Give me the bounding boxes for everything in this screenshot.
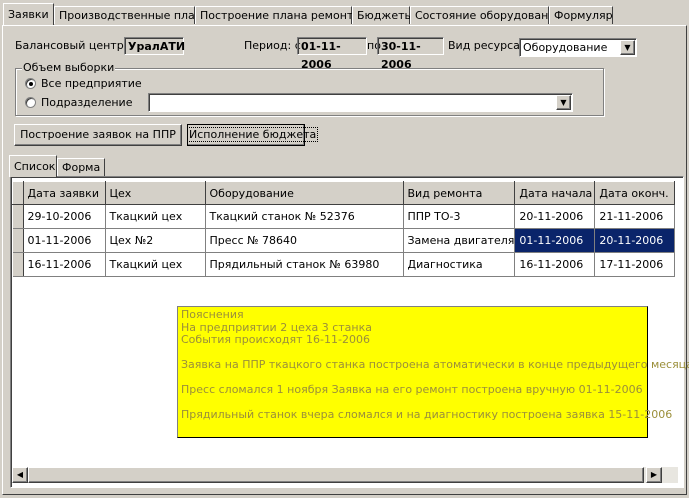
tab-budgets[interactable]: Бюджеты bbox=[352, 6, 414, 24]
table-cell-selected[interactable]: 20-11-2006 bbox=[594, 228, 676, 253]
chevron-down-icon[interactable]: ▼ bbox=[620, 40, 635, 55]
note-line: Пресс сломался 1 ноября Заявка на его ре… bbox=[181, 383, 643, 396]
table-cell[interactable]: 20-11-2006 bbox=[514, 204, 596, 229]
column-header[interactable]: Дата начала bbox=[514, 181, 596, 205]
table-cell[interactable]: 29-10-2006 bbox=[23, 204, 106, 229]
table-row[interactable]: 29-10-2006 Ткацкий цех Ткацкий станок № … bbox=[12, 204, 676, 229]
balance-center-label: Балансовый центр bbox=[15, 39, 124, 52]
tab-label: Производственные планы bbox=[59, 9, 211, 22]
table-cell[interactable]: 16-11-2006 bbox=[23, 252, 106, 277]
build-requests-button[interactable]: Построение заявок на ППР bbox=[14, 124, 182, 146]
radio-dot-icon bbox=[29, 82, 33, 86]
table-cell[interactable]: Пресс № 78640 bbox=[205, 228, 404, 253]
tab-form-view[interactable]: Форма bbox=[57, 158, 105, 176]
table-cell[interactable]: Ткацкий цех bbox=[105, 252, 206, 277]
tab-label: Формуляр bbox=[554, 9, 613, 22]
column-header[interactable]: Цех bbox=[104, 181, 206, 205]
table-header-row: Дата заявки Цех Оборудование Вид ремонта… bbox=[12, 181, 676, 205]
tab-requests[interactable]: Заявки bbox=[3, 3, 54, 25]
column-header[interactable]: Оборудование bbox=[204, 181, 404, 205]
tab-label: Бюджеты bbox=[357, 9, 414, 22]
sample-group-title: Объем выборки bbox=[22, 61, 116, 74]
tab-label: Заявки bbox=[8, 8, 49, 21]
table-cell[interactable]: Замена двигателя bbox=[403, 228, 516, 253]
table-cell[interactable]: 01-11-2006 bbox=[23, 228, 106, 253]
size-grip-icon bbox=[666, 476, 676, 486]
table-cell[interactable]: 17-11-2006 bbox=[594, 252, 676, 277]
row-indicator[interactable] bbox=[12, 228, 24, 253]
note-line: Пояснения bbox=[181, 308, 244, 321]
radio-all-enterprise[interactable] bbox=[25, 78, 36, 89]
radio-division-label: Подразделение bbox=[41, 96, 133, 109]
note-line: Заявка на ППР ткацкого станка построена … bbox=[181, 358, 689, 371]
tab-repair-plan[interactable]: Построение плана ремонтов bbox=[195, 6, 367, 24]
horizontal-scrollbar[interactable]: ◀ ▶ bbox=[12, 467, 678, 483]
explanation-note: Пояснения На предприятии 2 цеха 3 станка… bbox=[177, 306, 689, 438]
table-cell[interactable]: Цех №2 bbox=[105, 228, 206, 253]
requests-table: Дата заявки Цех Оборудование Вид ремонта… bbox=[12, 181, 676, 277]
tab-equipment-state[interactable]: Состояние оборудования bbox=[410, 6, 562, 24]
table-cell[interactable]: 16-11-2006 bbox=[514, 252, 596, 277]
column-header[interactable]: Дата заявки bbox=[22, 181, 106, 205]
radio-all-enterprise-label: Все предприятие bbox=[41, 77, 142, 90]
resource-type-value: Оборудование bbox=[523, 41, 608, 54]
build-requests-label: Построение заявок на ППР bbox=[20, 128, 176, 141]
column-header[interactable]: Дата оконч. bbox=[594, 181, 676, 205]
row-indicator-header bbox=[12, 181, 24, 205]
balance-center-value: УралАТИ bbox=[124, 37, 185, 55]
scrollbar-thumb[interactable] bbox=[28, 467, 644, 483]
tab-label: Форма bbox=[62, 161, 101, 174]
note-line: Прядильный станок вчера сломался и на ди… bbox=[181, 408, 673, 421]
period-to-field[interactable]: 30-11-2006 bbox=[377, 37, 444, 71]
budget-exec-button[interactable]: Исполнение бюджета bbox=[186, 124, 319, 146]
tab-label: Построение плана ремонтов bbox=[200, 9, 367, 22]
division-select[interactable]: ▼ bbox=[148, 93, 573, 112]
budget-exec-label: Исполнение бюджета bbox=[186, 127, 319, 142]
column-header[interactable]: Вид ремонта bbox=[402, 181, 516, 205]
resource-type-select[interactable]: Оборудование ▼ bbox=[519, 38, 637, 57]
chevron-down-icon[interactable]: ▼ bbox=[556, 95, 571, 110]
row-indicator[interactable] bbox=[12, 252, 24, 277]
tab-label: Состояние оборудования bbox=[415, 9, 563, 22]
table-cell[interactable]: Диагностика bbox=[403, 252, 516, 277]
table-cell[interactable]: Ткацкий станок № 52376 bbox=[205, 204, 404, 229]
table-cell[interactable]: Ткацкий цех bbox=[105, 204, 206, 229]
resource-type-label: Вид ресурса bbox=[448, 39, 520, 52]
scroll-right-icon[interactable]: ▶ bbox=[646, 467, 662, 483]
tab-form[interactable]: Формуляр bbox=[549, 6, 613, 24]
row-indicator[interactable] bbox=[12, 204, 24, 229]
scroll-left-icon[interactable]: ◀ bbox=[12, 467, 28, 483]
period-from-field[interactable]: 01-11-2006 bbox=[297, 37, 367, 71]
note-line: События происходят 16-11-2006 bbox=[181, 333, 370, 346]
table-cell-selected[interactable]: 01-11-2006 bbox=[514, 228, 596, 253]
table-cell[interactable]: Прядильный станок № 63980 bbox=[205, 252, 404, 277]
tab-list[interactable]: Список bbox=[9, 155, 57, 177]
period-label: Период: с bbox=[244, 39, 301, 52]
tab-production-plans[interactable]: Производственные планы bbox=[54, 6, 211, 24]
radio-division[interactable] bbox=[25, 97, 36, 108]
table-row[interactable]: 01-11-2006 Цех №2 Пресс № 78640 Замена д… bbox=[12, 228, 676, 253]
table-row[interactable]: 16-11-2006 Ткацкий цех Прядильный станок… bbox=[12, 252, 676, 277]
table-cell[interactable]: ППР ТО-3 bbox=[403, 204, 516, 229]
tab-label: Список bbox=[14, 160, 56, 173]
table-cell[interactable]: 21-11-2006 bbox=[594, 204, 676, 229]
